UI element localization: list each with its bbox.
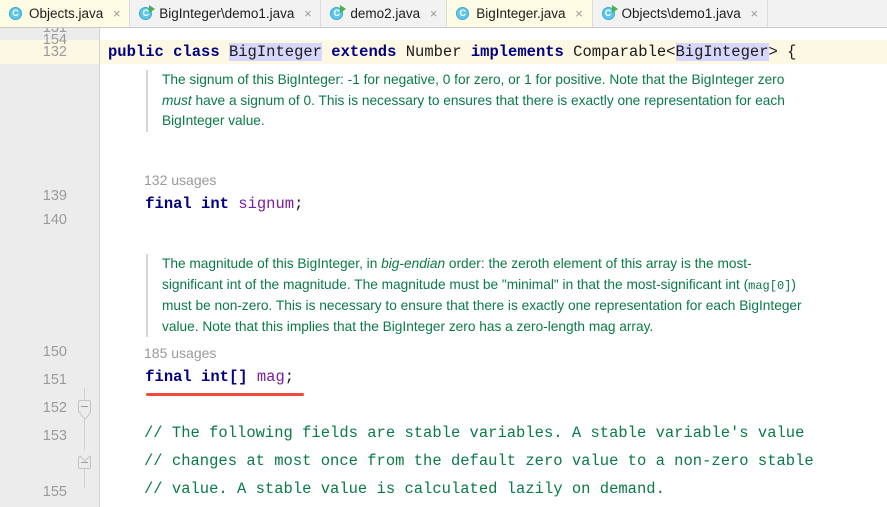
java-class-icon: C — [455, 6, 470, 21]
usages-hint-mag[interactable]: 185 usages — [144, 343, 216, 363]
semicolon: ; — [294, 195, 304, 213]
editor-tab-label: demo2.java — [350, 6, 421, 21]
javadoc-signum-part2: have a signum of 0. This is necessary to… — [162, 92, 785, 129]
keyword-implements: implements — [470, 43, 564, 61]
editor-tab-label: Objects\demo1.java — [621, 6, 741, 21]
keyword-class: class — [173, 43, 220, 61]
class-name-biginteger[interactable]: BigInteger — [228, 43, 322, 61]
run-arrow-icon — [149, 5, 156, 13]
line-number: 139 — [42, 188, 67, 204]
editor-tab-demo2-java[interactable]: C demo2.java × — [321, 0, 448, 27]
javadoc-mag: The magnitude of this BigInteger, in big… — [146, 254, 808, 337]
class-decl-tail: > { — [768, 43, 797, 61]
javadoc-mag-emphasis: big-endian — [381, 256, 446, 271]
close-icon[interactable]: × — [574, 7, 585, 20]
keyword-public: public — [108, 43, 164, 61]
field-name-signum[interactable]: signum — [238, 195, 294, 213]
usages-hint-signum[interactable]: 132 usages — [144, 170, 216, 190]
code-line-comment-3[interactable]: // value. A stable value is calculated l… — [144, 477, 665, 501]
close-icon[interactable]: × — [428, 7, 439, 20]
javadoc-signum-emphasis: must — [162, 92, 192, 108]
editor-tab-objects-java[interactable]: C Objects.java × — [0, 0, 131, 27]
type-argument-biginteger[interactable]: BigInteger — [675, 43, 769, 61]
field-name-mag[interactable]: mag — [257, 368, 285, 386]
line-number: 153 — [42, 428, 67, 444]
javadoc-signum: The signum of this BigInteger: -1 for ne… — [146, 70, 808, 132]
run-arrow-icon — [340, 5, 347, 13]
code-line-comment-1[interactable]: // The following fields are stable varia… — [144, 421, 804, 445]
line-number: 150 — [42, 344, 67, 360]
editor-gutter[interactable]: 131 132 139 140 150 151 152 153 154 155 — [0, 28, 100, 507]
code-line-comment-2[interactable]: // changes at most once from the default… — [144, 449, 814, 473]
keyword-final: final — [145, 368, 192, 386]
code-editor[interactable]: 131 132 139 140 150 151 152 153 154 155 … — [0, 28, 887, 507]
java-class-icon: C — [8, 6, 23, 21]
editor-tab-bar: C Objects.java × C BigInteger\demo1.java… — [0, 0, 887, 28]
code-line-field-signum[interactable]: final int signum; — [108, 192, 303, 216]
code-content[interactable]: public class BigInteger extends Number i… — [100, 28, 887, 507]
semicolon: ; — [284, 368, 295, 386]
javadoc-signum-part1: The signum of this BigInteger: -1 for ne… — [162, 72, 785, 87]
editor-tab-objects-demo1-java[interactable]: C Objects\demo1.java × — [592, 0, 768, 27]
java-class-run-icon: C — [601, 5, 618, 21]
annotation-underline — [146, 393, 304, 396]
close-icon[interactable]: × — [749, 7, 760, 20]
keyword-int-array: int[] — [201, 368, 248, 386]
interface-comparable[interactable]: Comparable< — [573, 43, 675, 61]
code-line-field-mag[interactable]: final int[] mag; — [108, 365, 294, 389]
editor-tab-label: BigInteger.java — [476, 6, 566, 21]
keyword-final: final — [145, 195, 192, 213]
close-icon[interactable]: × — [111, 7, 122, 20]
line-number: 152 — [42, 400, 67, 416]
editor-tab-label: BigInteger\demo1.java — [159, 6, 295, 21]
code-line-class-declaration[interactable]: public class BigInteger extends Number i… — [108, 40, 796, 64]
superclass-number[interactable]: Number — [406, 43, 462, 61]
editor-tab-label: Objects.java — [29, 6, 104, 21]
javadoc-mag-part1: The magnitude of this BigInteger, in — [162, 256, 382, 271]
editor-tab-biginteger-java[interactable]: C BigInteger.java × — [447, 0, 593, 27]
line-number: 140 — [42, 212, 67, 228]
line-number: 151 — [42, 372, 67, 388]
keyword-int: int — [201, 195, 229, 213]
line-number: 154 — [42, 32, 67, 48]
run-arrow-icon — [611, 5, 618, 13]
javadoc-mag-code-literal: mag[0] — [748, 278, 792, 293]
java-class-run-icon: C — [138, 5, 156, 21]
close-icon[interactable]: × — [302, 7, 313, 20]
keyword-extends: extends — [331, 43, 397, 61]
editor-tab-biginteger-demo1-java[interactable]: C BigInteger\demo1.java × — [130, 0, 322, 27]
line-number: 155 — [42, 484, 67, 500]
java-class-run-icon: C — [329, 5, 347, 21]
tab-bar-empty-space — [767, 0, 887, 27]
